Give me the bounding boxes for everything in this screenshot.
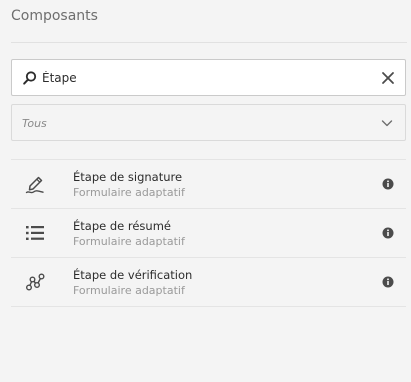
- list-item-etape-de-signature[interactable]: Étape de signature Formulaire adaptatif: [11, 160, 406, 209]
- list-item-etape-de-resume[interactable]: Étape de résumé Formulaire adaptatif: [11, 209, 406, 258]
- close-icon[interactable]: [381, 71, 395, 85]
- info-icon[interactable]: [382, 276, 394, 288]
- info-icon[interactable]: [382, 227, 394, 239]
- info-icon[interactable]: [382, 178, 394, 190]
- item-subtitle: Formulaire adaptatif: [73, 284, 185, 297]
- title-divider: [11, 42, 407, 43]
- signature-icon: [25, 176, 44, 194]
- search-box[interactable]: [11, 59, 406, 96]
- search-icon: [23, 71, 37, 85]
- item-title: Étape de signature: [73, 170, 183, 184]
- workflow-icon: [26, 273, 45, 291]
- list-item-etape-de-verification[interactable]: Étape de vérification Formulaire adaptat…: [11, 258, 406, 307]
- item-title: Étape de résumé: [73, 219, 171, 233]
- list-icon: [26, 226, 44, 240]
- filter-select[interactable]: Tous: [11, 104, 406, 141]
- component-list: Étape de signature Formulaire adaptatif …: [11, 159, 406, 307]
- item-subtitle: Formulaire adaptatif: [73, 186, 185, 199]
- panel-title: Composants: [11, 8, 98, 24]
- item-subtitle: Formulaire adaptatif: [73, 235, 185, 248]
- search-input[interactable]: [42, 66, 372, 90]
- item-title: Étape de vérification: [73, 268, 193, 282]
- filter-selected-value: Tous: [22, 117, 47, 130]
- chevron-down-icon: [381, 120, 393, 127]
